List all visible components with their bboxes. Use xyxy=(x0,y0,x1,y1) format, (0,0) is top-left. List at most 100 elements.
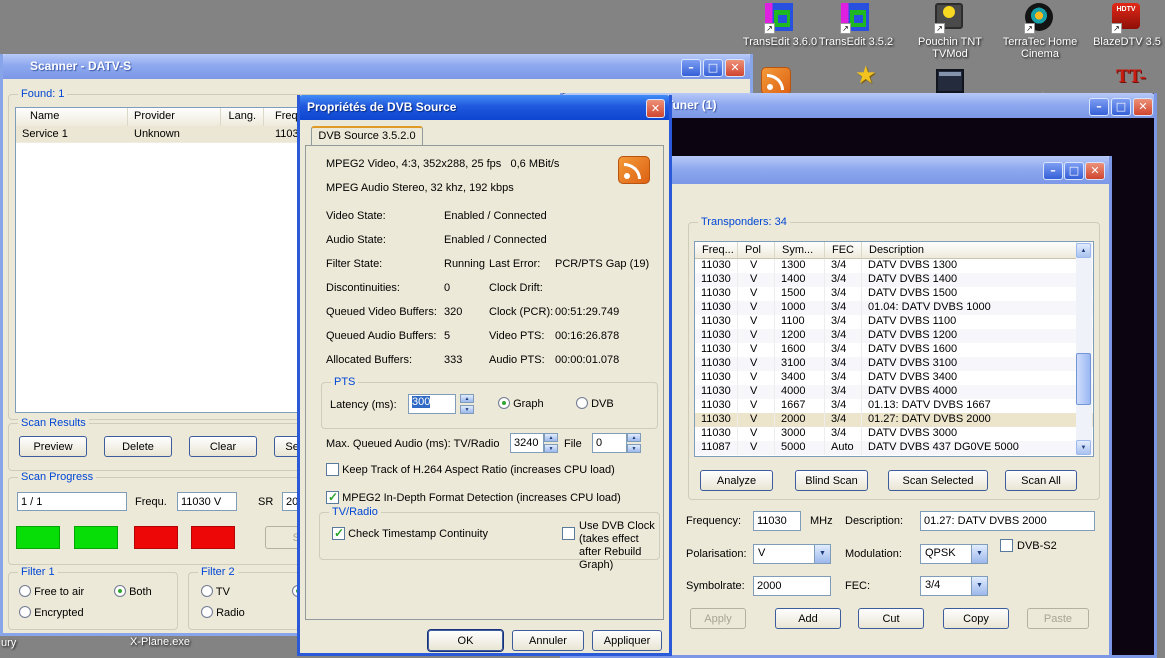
wand-star-icon[interactable]: ★ xyxy=(855,62,877,90)
maximize-button[interactable]: □ xyxy=(703,59,723,77)
frequency-input[interactable] xyxy=(177,492,237,511)
close-button[interactable]: ✕ xyxy=(1133,98,1153,116)
transponder-row[interactable]: 11030 V 1667 3/4 01.13: DATV DVBS 1667 xyxy=(695,399,1093,413)
desktop-icon-blazedtv[interactable]: HDTV ↗ BlazeDTV 3.5 xyxy=(1082,3,1165,48)
transponder-row[interactable]: 11030 V 1600 3/4 DATV DVBS 1600 xyxy=(695,343,1093,357)
scroll-down-icon[interactable]: ▼ xyxy=(1076,440,1091,455)
radio-encrypted[interactable]: Encrypted xyxy=(19,606,84,619)
cell-frequency: 11030 xyxy=(695,273,738,287)
tab-dvb-source[interactable]: DVB Source 3.5.2.0 xyxy=(311,126,423,146)
scroll-up-icon[interactable]: ▲ xyxy=(1076,243,1091,258)
minimize-button[interactable]: – xyxy=(681,59,701,77)
column-header[interactable]: Pol xyxy=(738,242,775,259)
timestamp-checkbox-row[interactable]: Check Timestamp Continuity xyxy=(332,527,488,540)
column-header[interactable]: Freq... xyxy=(695,242,738,259)
transponder-row[interactable]: 11030 V 1300 3/4 DATV DVBS 1300 xyxy=(695,259,1093,273)
copy-button[interactable]: Copy xyxy=(943,608,1009,629)
cancel-button[interactable]: Annuler xyxy=(512,630,584,651)
table-cell: Service 1 xyxy=(16,126,128,142)
latency-input[interactable]: 300 xyxy=(408,394,456,414)
pts-label: PTS xyxy=(331,376,358,388)
max-queued-tv-input[interactable] xyxy=(510,433,544,453)
modulation-select[interactable]: QPSK▼ xyxy=(920,544,988,564)
transponder-row[interactable]: 11030 V 1500 3/4 DATV DVBS 1500 xyxy=(695,287,1093,301)
radio-both[interactable]: Both xyxy=(114,585,152,598)
column-header[interactable]: Sym... xyxy=(775,242,825,259)
cell-frequency: 11030 xyxy=(695,315,738,329)
dialog-titlebar[interactable]: Propriétés de DVB Source ✕ xyxy=(297,95,672,120)
stat-value2: PCR/PTS Gap (19) xyxy=(555,258,658,270)
desktop-icon-pouchin-tnt[interactable]: ↗ Pouchin TNT TVMod xyxy=(905,3,995,60)
add-button[interactable]: Add xyxy=(775,608,841,629)
polarisation-select[interactable]: V▼ xyxy=(753,544,831,564)
scan-button[interactable]: Scan Selected xyxy=(888,470,988,491)
scan-results-button[interactable]: Delete xyxy=(104,436,172,457)
apply-button[interactable]: Apply xyxy=(690,608,746,629)
transponder-row[interactable]: 11030 V 4000 3/4 DATV DVBS 4000 xyxy=(695,385,1093,399)
description-input[interactable] xyxy=(920,511,1095,531)
cell-symbolrate: 3100 xyxy=(775,357,825,371)
progress-input[interactable] xyxy=(17,492,127,511)
minimize-button[interactable]: – xyxy=(1043,162,1063,180)
cell-frequency: 11030 xyxy=(695,385,738,399)
column-header[interactable]: Description xyxy=(862,242,1077,259)
cell-symbolrate: 4000 xyxy=(775,385,825,399)
desktop-icon-transedit-352[interactable]: ↗ TransEdit 3.5.2 xyxy=(811,3,901,48)
scan-button[interactable]: Scan All xyxy=(1005,470,1077,491)
scan-results-button[interactable]: Preview xyxy=(19,436,87,457)
radio-free-to-air[interactable]: Free to air xyxy=(19,585,84,598)
mpeg2-checkbox-row[interactable]: MPEG2 In-Depth Format Detection (increas… xyxy=(326,491,621,504)
scanner-titlebar[interactable]: Scanner - DATV-S – □ ✕ xyxy=(0,54,753,79)
close-button[interactable]: ✕ xyxy=(1085,162,1105,180)
transponder-row[interactable]: 11030 V 3000 3/4 DATV DVBS 3000 xyxy=(695,427,1093,441)
column-header[interactable]: Lang. xyxy=(221,108,264,126)
frequency-input[interactable] xyxy=(753,511,801,531)
scrollbar-thumb[interactable] xyxy=(1076,353,1091,405)
transponder-row[interactable]: 11087 V 5000 Auto DATV DVBS 437 DG0VE 50… xyxy=(695,441,1093,455)
feed-icon xyxy=(618,156,650,184)
transponder-row[interactable]: 11030 V 3100 3/4 DATV DVBS 3100 xyxy=(695,357,1093,371)
tuner-settings-titlebar[interactable]: – □ ✕ xyxy=(648,156,1112,184)
transponder-row[interactable]: 11030 V 1000 3/4 01.04: DATV DVBS 1000 xyxy=(695,301,1093,315)
apply-button[interactable]: Appliquer xyxy=(592,630,662,651)
scan-results-button[interactable]: Clear xyxy=(189,436,257,457)
column-header[interactable]: FEC xyxy=(825,242,862,259)
transponder-row[interactable]: 11030 V 1100 3/4 DATV DVBS 1100 xyxy=(695,315,1093,329)
radio-tv[interactable]: TV xyxy=(201,585,230,598)
ok-button[interactable]: OK xyxy=(428,630,503,651)
radio-dvb[interactable]: DVB xyxy=(576,397,614,410)
cut-button[interactable]: Cut xyxy=(858,608,924,629)
minimize-button[interactable]: – xyxy=(1089,98,1109,116)
tt-logo-icon[interactable]: TT- xyxy=(1116,64,1146,90)
radio-graph[interactable]: Graph xyxy=(498,397,544,410)
dvbs2-checkbox[interactable] xyxy=(1000,539,1013,552)
maximize-button[interactable]: □ xyxy=(1111,98,1131,116)
transponder-row[interactable]: 11030 V 2000 3/4 01.27: DATV DVBS 2000 xyxy=(695,413,1093,427)
radio-radio[interactable]: Radio xyxy=(201,606,245,619)
close-button[interactable]: ✕ xyxy=(725,59,745,77)
close-button[interactable]: ✕ xyxy=(646,99,665,118)
maximize-button[interactable]: □ xyxy=(1064,162,1084,180)
max-queued-file-spinner[interactable]: ▲▼ xyxy=(627,433,641,453)
transponder-row[interactable]: 11030 V 1200 3/4 DATV DVBS 1200 xyxy=(695,329,1093,343)
fec-select[interactable]: 3/4▼ xyxy=(920,576,988,596)
max-queued-tv-spinner[interactable]: ▲▼ xyxy=(544,433,558,453)
dvbclock-checkbox[interactable] xyxy=(562,527,575,540)
terminal-icon[interactable] xyxy=(936,69,964,93)
column-header[interactable]: Provider xyxy=(128,108,221,126)
desktop-icon-terratec[interactable]: ↗ TerraTec Home Cinema xyxy=(995,3,1085,60)
scan-button[interactable]: Blind Scan xyxy=(795,470,868,491)
transponder-row[interactable]: 11030 V 3400 3/4 DATV DVBS 3400 xyxy=(695,371,1093,385)
transponder-row[interactable]: 11030 V 1400 3/4 DATV DVBS 1400 xyxy=(695,273,1093,287)
cell-frequency: 11087 xyxy=(695,441,738,455)
column-header[interactable]: Name xyxy=(16,108,128,126)
paste-button[interactable]: Paste xyxy=(1027,608,1089,629)
cell-symbolrate: 1300 xyxy=(775,259,825,273)
cell-symbolrate: 3000 xyxy=(775,427,825,441)
latency-spinner[interactable]: ▲▼ xyxy=(460,394,474,414)
h264-checkbox-row[interactable]: Keep Track of H.264 Aspect Ratio (increa… xyxy=(326,463,615,476)
feed-icon[interactable] xyxy=(761,67,791,95)
scan-button[interactable]: Analyze xyxy=(700,470,773,491)
symbolrate-input[interactable] xyxy=(753,576,831,596)
scrollbar[interactable]: ▲ ▼ xyxy=(1076,243,1092,455)
